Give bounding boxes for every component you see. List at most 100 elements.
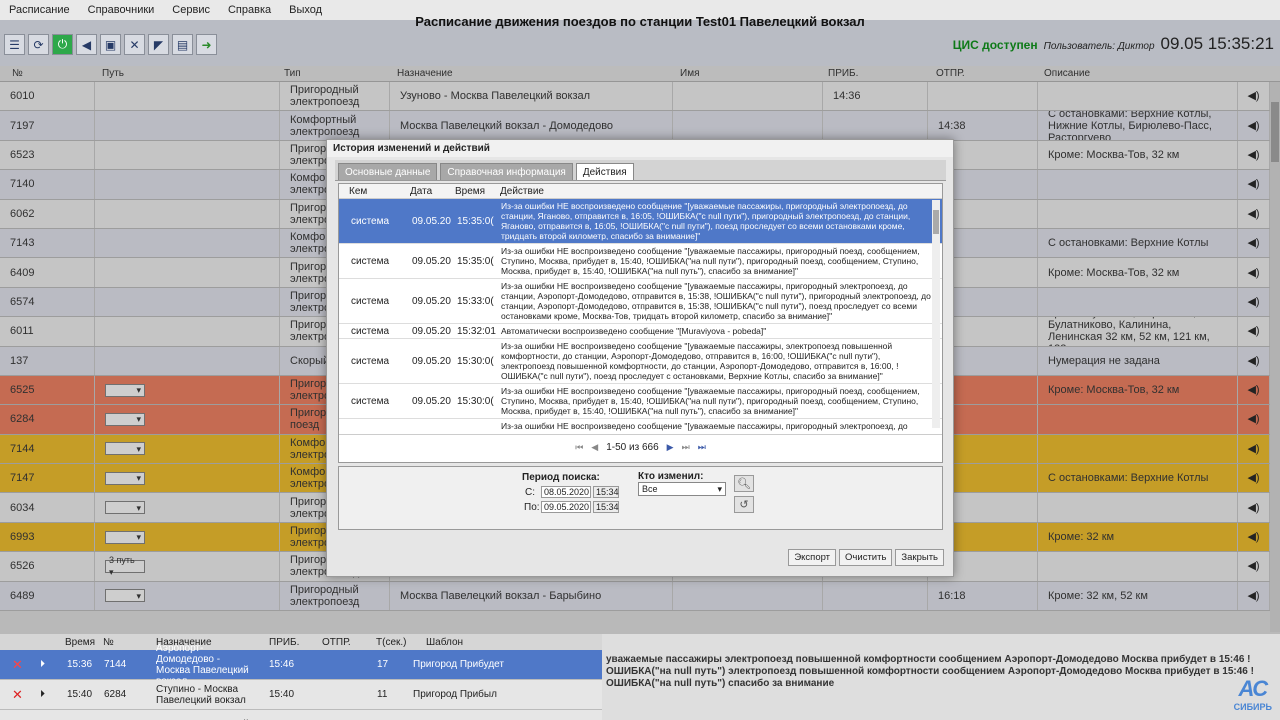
action-time: 15:32:01: [457, 325, 496, 337]
next-page-icon[interactable]: ▶: [667, 442, 674, 453]
acol-action: Действие: [500, 186, 544, 197]
action-text: Из-за ошибки НЕ воспроизведено сообщение…: [501, 201, 911, 241]
action-text: Из-за ошибки НЕ воспроизведено сообщение…: [501, 246, 920, 276]
list-icon[interactable]: ☰: [4, 34, 25, 55]
queue-tpl: Пригород Прибудет: [413, 659, 504, 670]
queue-num: 7144: [104, 659, 127, 670]
forward-icon[interactable]: ➜: [196, 34, 217, 55]
play-icon[interactable]: ⏵: [40, 680, 45, 709]
remove-icon[interactable]: ✕: [12, 680, 23, 709]
acol-who: Кем: [349, 186, 368, 197]
power-icon[interactable]: ⏻: [52, 34, 73, 55]
who-select[interactable]: Все ▾: [638, 482, 726, 496]
status-line: ЦИС доступен Пользователь: Диктор 09.05 …: [953, 34, 1274, 54]
action-text: Из-за ошибки НЕ воспроизведено сообщение…: [501, 281, 931, 321]
search-icon[interactable]: 🔍︎: [734, 475, 754, 492]
from-time-input[interactable]: 15:34: [593, 486, 619, 498]
queue-header: Время № Назначение ПРИБ. ОТПР. Т(сек.) Ш…: [0, 634, 602, 650]
queue-time: 15:36: [67, 659, 93, 670]
actions-table: Кем Дата Время Действие система 09.05.20 1…: [338, 183, 943, 463]
action-time: 15:35:0(: [457, 255, 494, 267]
from-label: С:: [525, 487, 535, 498]
action-row[interactable]: система 09.05.20 15:35:0(Из-за ошибки НЕ в…: [339, 199, 942, 244]
export-button[interactable]: Экспорт: [788, 549, 837, 566]
period-label: Период поиска:: [522, 472, 600, 483]
action-row[interactable]: система 09.05.20 15:32:01 Автоматически вос…: [339, 324, 942, 339]
pager: ⏮ ◀ 1-50 из 666 ▶ ⏭ ⏭: [339, 434, 942, 460]
action-who: система: [351, 255, 390, 267]
remove-icon[interactable]: ✕: [12, 650, 23, 679]
close-button[interactable]: Закрыть: [895, 549, 944, 566]
action-text: Автоматически воспроизведено сообщение "…: [501, 326, 767, 336]
reset-icon[interactable]: ↺: [734, 496, 754, 513]
action-rows: система 09.05.20 15:35:0( Из-за ошибки НЕ в…: [339, 199, 942, 432]
logo-mark: АС: [1238, 676, 1268, 701]
queue-row[interactable]: ✕ ⏵ 15:40 6284 Ступино - Москва Павелецкий в…: [0, 680, 602, 710]
tab-main-data[interactable]: Основные данные: [338, 163, 438, 180]
qcol-dep: ОТПР.: [322, 637, 351, 648]
action-text: Из-за ошибки НЕ воспроизведено сообщение…: [501, 341, 899, 381]
cis-status: ЦИС доступен: [952, 38, 1038, 52]
qcol-t: Т(сек.): [376, 637, 407, 648]
action-date: 09.05.20: [412, 355, 451, 367]
last-page-icon[interactable]: ⏭: [698, 442, 706, 453]
history-dialog: История изменений и действий Основные да…: [326, 139, 954, 577]
action-text: Из-за ошибки НЕ воспроизведено сообщение…: [501, 421, 908, 431]
fast-forward-icon[interactable]: ⏭: [682, 442, 690, 453]
to-date-input[interactable]: 09.05.2020: [541, 501, 591, 513]
action-who: система: [351, 395, 390, 407]
queue-rows: ✕ ⏵ 15:36 7144 Аэропорт-Домодедово - Москва …: [0, 643, 602, 720]
acol-date: Дата: [410, 186, 433, 197]
action-who: система: [351, 325, 390, 337]
queue-row[interactable]: ✕ ⏵ 15:36 7144 Аэропорт-Домодедово - Москва …: [0, 643, 602, 687]
pager-label: 1-50 из 666: [606, 442, 659, 453]
announcement-panel: Время № Назначение ПРИБ. ОТПР. Т(сек.) Ш…: [0, 634, 1280, 720]
dialog-tabs: Основные данные Справочная информация Де…: [335, 160, 946, 181]
actions-scroll-thumb[interactable]: [933, 210, 939, 234]
queue-time: 15:40: [67, 689, 93, 700]
action-text: Из-за ошибки НЕ воспроизведено сообщение…: [501, 386, 920, 416]
action-row[interactable]: система 09.05.20 15:33:0(Из-за ошибки НЕ в…: [339, 279, 942, 324]
prev-page-icon[interactable]: ◀: [591, 442, 598, 453]
search-panel: Период поиска: С: 08.05.2020 15:34 По: 0…: [338, 466, 943, 530]
who-label: Кто изменил:: [638, 471, 704, 482]
mute-icon[interactable]: ◀: [76, 34, 97, 55]
dialog-buttons: Экспорт Очистить Закрыть: [788, 549, 944, 566]
action-time: 15:35:0(: [457, 215, 494, 227]
queue-t: 11: [377, 689, 388, 700]
tab-actions[interactable]: Действия: [575, 163, 634, 180]
refresh-icon[interactable]: ⟳: [28, 34, 49, 55]
toolbar: ☰ ⟳ ⏻ ◀ ▣ ✕ ◤ ▤ ➜: [4, 34, 217, 55]
queue-t: 17: [377, 659, 389, 670]
calendar-icon[interactable]: ▤: [172, 34, 193, 55]
action-row[interactable]: система 09.05.20 15:30:0( Из-за ошибки НЕ в…: [339, 339, 942, 384]
action-date: 09.05.20: [412, 215, 451, 227]
megaphone-icon[interactable]: ◤: [148, 34, 169, 55]
qcol-arr: ПРИБ.: [269, 637, 300, 648]
action-row[interactable]: система 09.05.20 15:35:0(Из-за ошибки НЕ в…: [339, 244, 942, 279]
action-time: 15:30:0(: [457, 355, 494, 367]
action-row[interactable]: Из-за ошибки НЕ воспроизведено сообщение…: [339, 419, 942, 432]
action-time: 15:30:0(: [457, 395, 494, 407]
action-who: система: [351, 355, 390, 367]
action-date: 09.05.20: [412, 295, 451, 307]
who-select-value: Все: [642, 484, 658, 494]
qcol-tpl: Шаблон: [426, 637, 464, 648]
queue-row[interactable]: Москва Павелецкий: [0, 710, 602, 720]
train-icon[interactable]: ▣: [100, 34, 121, 55]
queue-arr: 15:40: [269, 689, 295, 700]
play-icon[interactable]: ⏵: [40, 650, 45, 679]
qcol-time: Время: [65, 637, 96, 648]
queue-dest: Москва Павелецкий: [156, 710, 256, 720]
clear-button[interactable]: Очистить: [839, 549, 893, 566]
first-page-icon[interactable]: ⏮: [575, 442, 583, 453]
tab-reference-info[interactable]: Справочная информация: [440, 163, 573, 180]
from-date-input[interactable]: 08.05.2020: [541, 486, 591, 498]
announcement-text: уважаемые пассажиры электропоезд повышен…: [606, 654, 1254, 689]
logo-text: СИБИРЬ: [1233, 702, 1272, 712]
actions-scrollbar[interactable]: [932, 200, 940, 428]
clock: 09.05 15:35:21: [1160, 34, 1274, 53]
action-row[interactable]: система 09.05.20 15:30:0(Из-за ошибки НЕ в…: [339, 384, 942, 419]
tools-icon[interactable]: ✕: [124, 34, 145, 55]
to-time-input[interactable]: 15:34: [593, 501, 619, 513]
